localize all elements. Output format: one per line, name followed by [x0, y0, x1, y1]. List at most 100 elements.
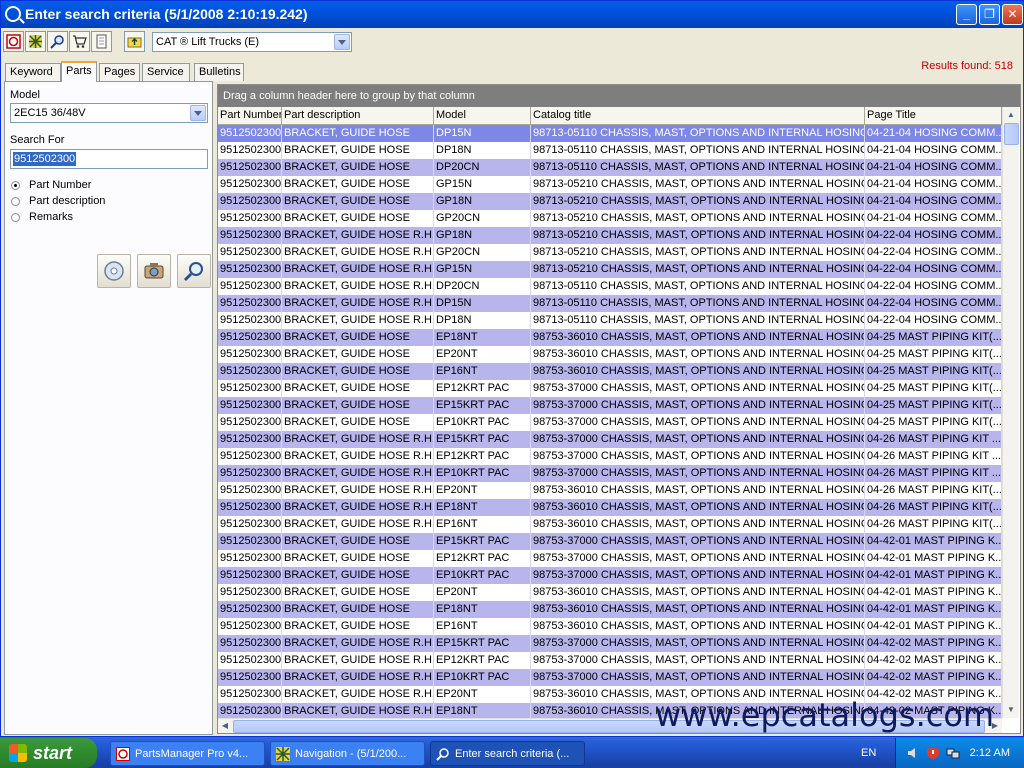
cell-catalog-title: 98753-37000 CHASSIS, MAST, OPTIONS AND I… — [531, 380, 865, 397]
search-magnifier-button[interactable] — [177, 254, 211, 288]
table-row[interactable]: 9512502300 BRACKET, GUIDE HOSE DP15N 98713-… — [218, 125, 1002, 142]
tab-pages[interactable]: Pages — [99, 63, 140, 81]
table-row[interactable]: 9512502300 BRACKET, GUIDE HOSE R.H. GP20CN… — [218, 244, 1002, 261]
security-alert-icon[interactable] — [926, 746, 940, 760]
table-row[interactable]: 9512502300 BRACKET, GUIDE HOSE DP20CN 98713… — [218, 159, 1002, 176]
cell-model: EP15KRT PAC — [434, 533, 531, 550]
cell-part-description: BRACKET, GUIDE HOSE R.H. — [282, 227, 434, 244]
cell-catalog-title: 98753-37000 CHASSIS, MAST, OPTIONS AND I… — [531, 635, 865, 652]
minimize-button[interactable]: _ — [956, 4, 977, 25]
table-row[interactable]: 9512502300 BRACKET, GUIDE HOSE EP16NT 98753… — [218, 363, 1002, 380]
column-header-page-title[interactable]: Page Title — [865, 107, 1002, 125]
table-row[interactable]: 9512502300 BRACKET, GUIDE HOSE EP10KRT PAC… — [218, 414, 1002, 431]
table-row[interactable]: 9512502300 BRACKET, GUIDE HOSE R.H. DP20CN… — [218, 278, 1002, 295]
table-row[interactable]: 9512502300 BRACKET, GUIDE HOSE EP20NT 98753… — [218, 346, 1002, 363]
language-indicator[interactable]: EN — [861, 738, 876, 768]
table-row[interactable]: 9512502300 BRACKET, GUIDE HOSE EP20NT 98753… — [218, 584, 1002, 601]
up-folder-button[interactable] — [124, 31, 145, 52]
vertical-scroll-thumb[interactable] — [1004, 123, 1019, 145]
table-row[interactable]: 9512502300 BRACKET, GUIDE HOSE R.H. EP18NT… — [218, 499, 1002, 516]
taskbar-item-partsmanager[interactable]: PartsManager Pro v4... — [110, 741, 265, 766]
table-row[interactable]: 9512502300 BRACKET, GUIDE HOSE EP15KRT PAC… — [218, 533, 1002, 550]
scroll-left-icon[interactable]: ◀ — [218, 719, 232, 733]
scroll-down-icon[interactable]: ▼ — [1004, 703, 1018, 717]
home-button[interactable] — [3, 31, 24, 52]
model-dropdown-value: 2EC15 36/48V — [14, 107, 86, 119]
cell-catalog-title: 98753-36010 CHASSIS, MAST, OPTIONS AND I… — [531, 584, 865, 601]
table-row[interactable]: 9512502300 BRACKET, GUIDE HOSE EP18NT 98753… — [218, 329, 1002, 346]
table-row[interactable]: 9512502300 BRACKET, GUIDE HOSE EP15KRT PAC… — [218, 397, 1002, 414]
cell-catalog-title: 98753-36010 CHASSIS, MAST, OPTIONS AND I… — [531, 346, 865, 363]
table-row[interactable]: 9512502300 BRACKET, GUIDE HOSE DP18N 98713-… — [218, 142, 1002, 159]
cell-model: GP18N — [434, 227, 531, 244]
column-header-part-number[interactable]: Part Number — [218, 107, 282, 125]
table-row[interactable]: 9512502300 BRACKET, GUIDE HOSE R.H. DP18N 9… — [218, 312, 1002, 329]
taskbar-item-navigation[interactable]: Navigation - (5/1/200... — [270, 741, 425, 766]
table-row[interactable]: 9512502300 BRACKET, GUIDE HOSE GP20CN 98713… — [218, 210, 1002, 227]
catalog-dropdown[interactable]: CAT ® Lift Trucks (E) — [152, 32, 352, 52]
table-row[interactable]: 9512502300 BRACKET, GUIDE HOSE R.H. EP15KR… — [218, 431, 1002, 448]
taskbar-item-search[interactable]: Enter search criteria (... — [430, 741, 585, 766]
cart-button[interactable] — [69, 31, 90, 52]
cell-model: DP20CN — [434, 278, 531, 295]
vertical-scrollbar[interactable]: ▲ ▼ — [1002, 107, 1019, 718]
tab-parts[interactable]: Parts — [61, 61, 97, 82]
navigation-button[interactable] — [25, 31, 46, 52]
cell-model: DP18N — [434, 312, 531, 329]
table-row[interactable]: 9512502300 BRACKET, GUIDE HOSE R.H. EP16NT… — [218, 516, 1002, 533]
chevron-down-icon[interactable] — [190, 105, 206, 121]
clock[interactable]: 2:12 AM — [970, 738, 1010, 768]
cell-part-description: BRACKET, GUIDE HOSE — [282, 584, 434, 601]
radio-label: Remarks — [29, 211, 74, 223]
close-button[interactable]: ✕ — [1002, 4, 1023, 25]
column-header-catalog-title[interactable]: Catalog title — [531, 107, 865, 125]
cell-page-title: 04-21-04 HOSING COMM... — [865, 125, 1002, 142]
search-camera-button[interactable] — [137, 254, 171, 288]
start-button[interactable]: start — [0, 738, 97, 768]
scroll-up-icon[interactable]: ▲ — [1004, 108, 1018, 122]
cell-catalog-title: 98713-05210 CHASSIS, MAST, OPTIONS AND I… — [531, 210, 865, 227]
table-row[interactable]: 9512502300 BRACKET, GUIDE HOSE R.H. GP18N 9… — [218, 227, 1002, 244]
table-row[interactable]: 9512502300 BRACKET, GUIDE HOSE GP18N 98713-… — [218, 193, 1002, 210]
network-icon[interactable] — [946, 746, 960, 760]
maximize-button[interactable]: ❐ — [979, 4, 1000, 25]
group-by-panel[interactable]: Drag a column header here to group by th… — [218, 85, 1020, 107]
chevron-down-icon[interactable] — [334, 34, 350, 50]
radio-button-icon[interactable] — [11, 213, 20, 222]
table-row[interactable]: 9512502300 BRACKET, GUIDE HOSE R.H. EP12KR… — [218, 652, 1002, 669]
cell-model: EP20NT — [434, 346, 531, 363]
radio-button-icon[interactable] — [11, 197, 20, 206]
table-row[interactable]: 9512502300 BRACKET, GUIDE HOSE R.H. DP15N 9… — [218, 295, 1002, 312]
cell-part-description: BRACKET, GUIDE HOSE R.H. — [282, 635, 434, 652]
model-dropdown[interactable]: 2EC15 36/48V — [10, 103, 208, 123]
speaker-icon[interactable] — [906, 746, 920, 760]
table-row[interactable]: 9512502300 BRACKET, GUIDE HOSE EP10KRT PAC… — [218, 567, 1002, 584]
cell-catalog-title: 98753-37000 CHASSIS, MAST, OPTIONS AND I… — [531, 448, 865, 465]
table-row[interactable]: 9512502300 BRACKET, GUIDE HOSE EP12KRT PAC… — [218, 550, 1002, 567]
search-input[interactable]: 9512502300 — [10, 149, 208, 169]
column-header-model[interactable]: Model — [434, 107, 531, 125]
table-row[interactable]: 9512502300 BRACKET, GUIDE HOSE R.H. EP10KR… — [218, 465, 1002, 482]
search-cd-button[interactable] — [97, 254, 131, 288]
table-row[interactable]: 9512502300 BRACKET, GUIDE HOSE GP15N 98713-… — [218, 176, 1002, 193]
radio-button-icon[interactable] — [11, 181, 20, 190]
cell-catalog-title: 98753-36010 CHASSIS, MAST, OPTIONS AND I… — [531, 618, 865, 635]
table-row[interactable]: 9512502300 BRACKET, GUIDE HOSE R.H. EP10KR… — [218, 669, 1002, 686]
table-row[interactable]: 9512502300 BRACKET, GUIDE HOSE EP18NT 98753… — [218, 601, 1002, 618]
cell-catalog-title: 98713-05210 CHASSIS, MAST, OPTIONS AND I… — [531, 244, 865, 261]
column-header-part-description[interactable]: Part description — [282, 107, 434, 125]
table-row[interactable]: 9512502300 BRACKET, GUIDE HOSE R.H. GP15N 9… — [218, 261, 1002, 278]
title-bar[interactable]: Enter search criteria (5/1/2008 2:10:19.… — [1, 1, 1023, 28]
tab-keyword[interactable]: Keyword — [5, 63, 61, 81]
tab-bulletins[interactable]: Bulletins — [194, 63, 244, 81]
tab-service[interactable]: Service — [142, 63, 190, 81]
cell-part-description: BRACKET, GUIDE HOSE — [282, 193, 434, 210]
table-row[interactable]: 9512502300 BRACKET, GUIDE HOSE R.H. EP20NT… — [218, 482, 1002, 499]
table-row[interactable]: 9512502300 BRACKET, GUIDE HOSE EP16NT 98753… — [218, 618, 1002, 635]
table-row[interactable]: 9512502300 BRACKET, GUIDE HOSE R.H. EP12KR… — [218, 448, 1002, 465]
table-row[interactable]: 9512502300 BRACKET, GUIDE HOSE R.H. EP15KR… — [218, 635, 1002, 652]
navigation-icon — [29, 35, 42, 48]
table-row[interactable]: 9512502300 BRACKET, GUIDE HOSE EP12KRT PAC… — [218, 380, 1002, 397]
page-button[interactable] — [91, 31, 112, 52]
search-button[interactable] — [47, 31, 68, 52]
